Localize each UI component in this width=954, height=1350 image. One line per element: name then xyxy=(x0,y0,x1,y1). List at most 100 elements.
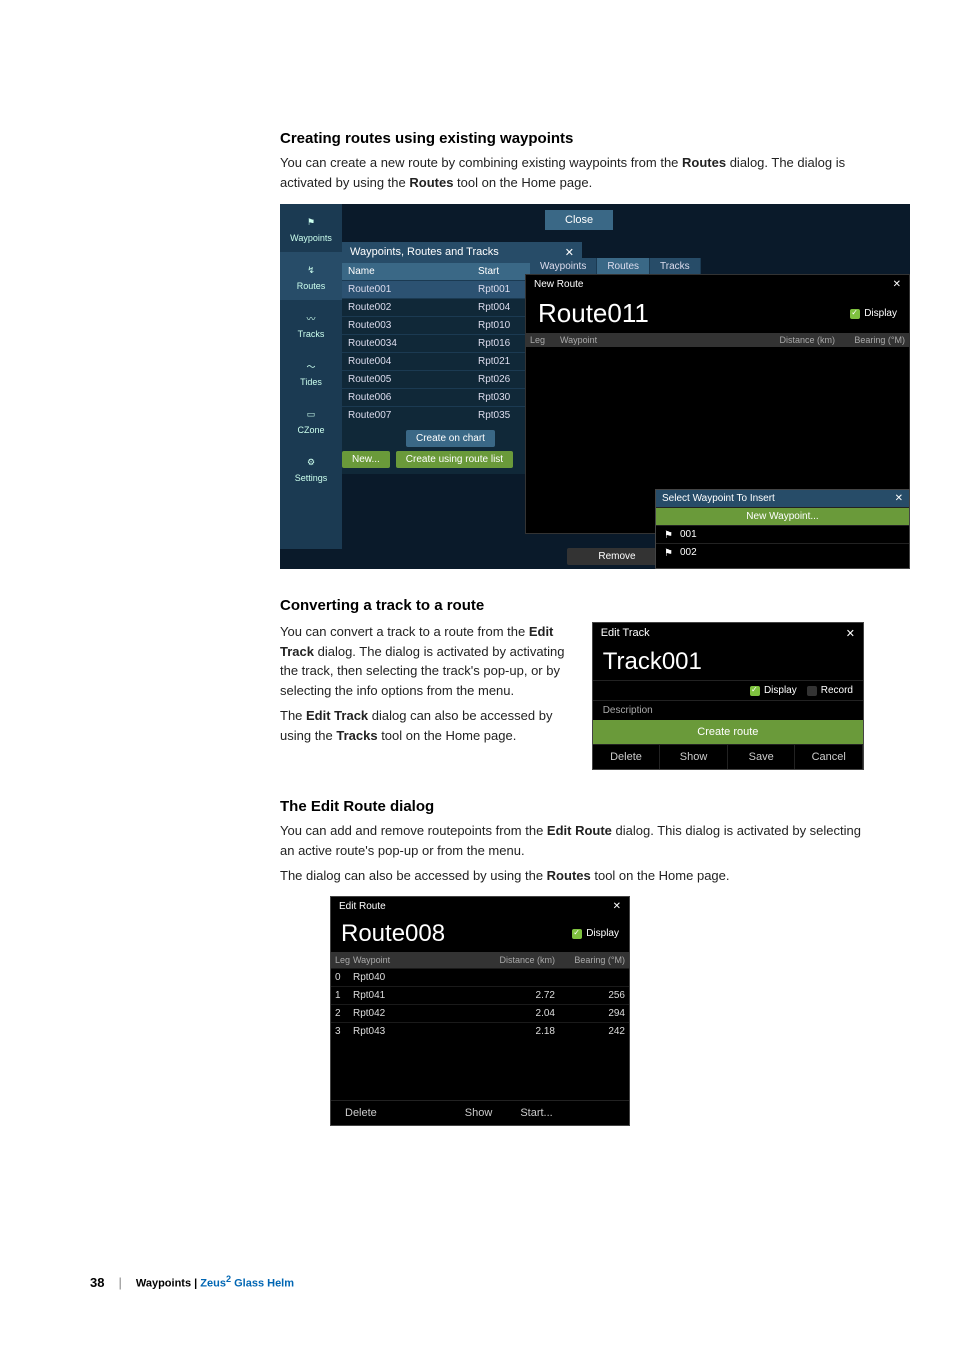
create-using-route-list-button[interactable]: Create using route list xyxy=(396,451,513,468)
sidebar-item-czone[interactable]: ▭ CZone xyxy=(280,396,342,444)
tab-waypoints[interactable]: Waypoints xyxy=(530,258,597,275)
dialog-select-waypoint: Select Waypoint To Insert✕ New Waypoint.… xyxy=(655,489,910,569)
th-bearing: Bearing (°M) xyxy=(835,335,905,345)
show-button[interactable]: Show xyxy=(451,1101,507,1125)
para: The dialog can also be accessed by using… xyxy=(280,866,864,886)
display-checkbox[interactable]: Display xyxy=(850,308,897,319)
delete-button[interactable]: Delete xyxy=(593,745,661,769)
new-waypoint-button[interactable]: New Waypoint... xyxy=(656,507,909,525)
sidebar-item-routes[interactable]: ↯Routes xyxy=(280,252,342,300)
text-bold: Routes xyxy=(409,175,453,190)
checkbox-empty-icon xyxy=(807,686,817,696)
tides-icon: 〜 xyxy=(300,357,322,375)
text: Glass Helm xyxy=(231,1278,294,1290)
waypoint-option[interactable]: ⚑002 xyxy=(656,543,909,561)
waypoint-option[interactable]: ⚑001 xyxy=(656,525,909,543)
text: tool on the Home page. xyxy=(453,175,592,190)
text: You can create a new route by combining … xyxy=(280,155,682,170)
heading-edit-route: The Edit Route dialog xyxy=(280,798,864,815)
th-waypoint: Waypoint xyxy=(560,335,765,345)
cell: 2 xyxy=(331,1005,349,1022)
th-waypoint: Waypoint xyxy=(349,952,479,968)
tab-tracks[interactable]: Tracks xyxy=(650,258,701,275)
display-checkbox[interactable]: Display xyxy=(572,928,619,939)
sidebar-item-waypoints[interactable]: ⚑ Waypoints xyxy=(280,204,342,252)
sidebar-label: Settings xyxy=(295,473,328,483)
cell xyxy=(479,969,559,986)
cell: Route005 xyxy=(342,371,472,388)
heading-converting-track: Converting a track to a route xyxy=(280,597,864,614)
th-distance: Distance (km) xyxy=(765,335,835,345)
cell: 294 xyxy=(559,1005,629,1022)
screenshot-edit-track: Edit Track✕ Track001 Display Record Desc… xyxy=(592,622,864,770)
tab-routes[interactable]: Routes xyxy=(597,258,650,275)
cell: Rpt040 xyxy=(349,969,479,986)
page-footer: 38 | Waypoints | Zeus2 Glass Helm xyxy=(90,1274,294,1290)
text: Waypoints | xyxy=(136,1278,200,1290)
table-row[interactable]: 1Rpt0412.72256 xyxy=(331,986,629,1004)
track-title: Track001 xyxy=(593,644,863,680)
text-bold: Edit Route xyxy=(547,823,612,838)
sidebar-item-settings[interactable]: ⚙Settings xyxy=(280,444,342,492)
description-field[interactable] xyxy=(673,705,853,716)
cell: 2.04 xyxy=(479,1005,559,1022)
text-bold: Routes xyxy=(547,868,591,883)
text: The xyxy=(280,708,306,723)
title-text: Waypoints, Routes and Tracks xyxy=(350,246,499,259)
cell: Rpt042 xyxy=(349,1005,479,1022)
sidebar-label: CZone xyxy=(297,425,324,435)
para-creating-routes: You can create a new route by combining … xyxy=(280,153,864,192)
text-bold: Edit Track xyxy=(306,708,368,723)
cell: 0 xyxy=(331,969,349,986)
check-icon xyxy=(850,309,860,319)
cell: Rpt041 xyxy=(349,987,479,1004)
create-route-button[interactable]: Create route xyxy=(593,720,863,744)
sidebar-item-tides[interactable]: 〜 Tides xyxy=(280,348,342,396)
flag-icon: ⚑ xyxy=(664,530,674,540)
label: Record xyxy=(821,685,853,696)
start-button[interactable]: Start... xyxy=(506,1101,566,1125)
cell: 242 xyxy=(559,1023,629,1040)
cell: 256 xyxy=(559,987,629,1004)
remove-button[interactable]: Remove xyxy=(567,548,667,565)
cell: 2.72 xyxy=(479,987,559,1004)
cell xyxy=(559,969,629,986)
label: 002 xyxy=(680,547,697,558)
cell: Route0034 xyxy=(342,335,472,352)
text: You can convert a track to a route from … xyxy=(280,624,529,639)
text-bold: Tracks xyxy=(336,728,377,743)
save-button[interactable]: Save xyxy=(728,745,796,769)
show-button[interactable]: Show xyxy=(660,745,728,769)
tabs: Waypoints Routes Tracks xyxy=(530,258,701,275)
close-icon[interactable]: ✕ xyxy=(846,627,855,640)
close-icon[interactable]: ✕ xyxy=(613,901,621,912)
cell: Route007 xyxy=(342,407,472,424)
tracks-icon: 〰 xyxy=(300,309,322,327)
close-icon[interactable]: ✕ xyxy=(893,279,901,290)
close-icon[interactable]: ✕ xyxy=(895,493,903,504)
table-row[interactable]: 0Rpt040 xyxy=(331,968,629,986)
text: dialog. The dialog is activated by activ… xyxy=(280,644,565,698)
record-checkbox[interactable]: Record xyxy=(807,685,853,696)
czone-icon: ▭ xyxy=(300,405,322,423)
route-title: Route011 xyxy=(538,298,649,329)
cancel-button[interactable]: Cancel xyxy=(795,745,863,769)
cell: Route003 xyxy=(342,317,472,334)
close-button[interactable]: Close xyxy=(545,210,613,230)
para: You can add and remove routepoints from … xyxy=(280,821,864,860)
sidebar-label: Tides xyxy=(300,377,322,387)
table-row[interactable]: 2Rpt0422.04294 xyxy=(331,1004,629,1022)
text: The dialog can also be accessed by using… xyxy=(280,868,547,883)
delete-button[interactable]: Delete xyxy=(331,1101,391,1125)
new-button[interactable]: New... xyxy=(342,451,390,468)
text-bold: Routes xyxy=(682,155,726,170)
display-checkbox[interactable]: Display xyxy=(750,685,797,696)
para: The Edit Track dialog can also be access… xyxy=(280,706,572,745)
sidebar-item-tracks[interactable]: 〰Tracks xyxy=(280,300,342,348)
table-row[interactable]: 3Rpt0432.18242 xyxy=(331,1022,629,1040)
create-on-chart-button[interactable]: Create on chart xyxy=(406,430,495,447)
sidebar-label: Waypoints xyxy=(290,233,332,243)
dialog-label: New Route xyxy=(534,279,583,290)
dialog-title: Edit Track xyxy=(601,627,650,640)
flag-icon: ⚑ xyxy=(300,213,322,231)
